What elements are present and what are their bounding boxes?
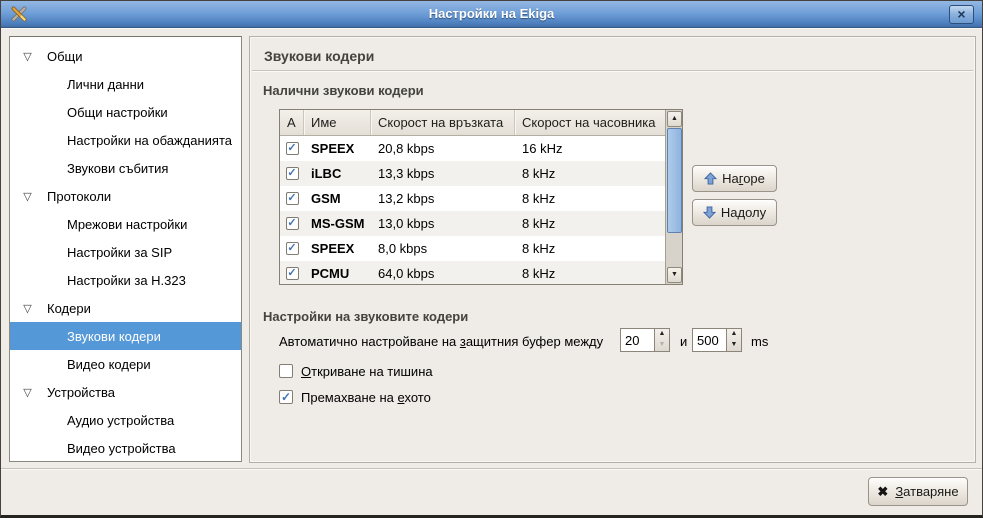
codec-enabled-checkbox[interactable]: ✓ — [286, 217, 299, 230]
column-header-clockrate[interactable]: Скорост на часовника — [515, 110, 666, 135]
vertical-scrollbar[interactable]: ▲ ▼ — [665, 110, 682, 284]
codec-table-header: A Име Скорост на връзката Скорост на час… — [280, 110, 666, 136]
sidebar-item-sip-settings[interactable]: Настройки за SIP — [10, 238, 241, 266]
sidebar-item-sound-events[interactable]: Звукови събития — [10, 154, 241, 182]
jitter-max-spinbox: ▲ ▼ — [692, 328, 742, 352]
table-row[interactable]: ✓ SPEEX 20,8 kbps 16 kHz — [280, 136, 666, 161]
expander-open-icon[interactable]: ▽ — [20, 50, 35, 63]
jitter-min-spinbox: ▲ ▼ — [620, 328, 670, 352]
silence-detection-option[interactable]: Откриване на тишина — [279, 363, 433, 379]
silence-detection-checkbox[interactable] — [279, 364, 293, 378]
table-row[interactable]: ✓ iLBC 13,3 kbps 8 kHz — [280, 161, 666, 186]
window-close-button[interactable]: × — [949, 5, 974, 24]
expander-open-icon[interactable]: ▽ — [20, 302, 35, 315]
sidebar-item-protocols[interactable]: ▽ Протоколи — [10, 182, 241, 210]
page-title: Звукови кодери — [264, 48, 374, 64]
sidebar-item-personal-data[interactable]: Лични данни — [10, 70, 241, 98]
column-header-bitrate[interactable]: Скорост на връзката — [371, 110, 515, 135]
codec-enabled-checkbox[interactable]: ✓ — [286, 142, 299, 155]
codec-table-body: ✓ SPEEX 20,8 kbps 16 kHz ✓ iLBC 13,3 kbp… — [280, 136, 666, 284]
footer-separator — [1, 468, 982, 469]
arrow-down-icon — [703, 206, 716, 219]
close-x-icon: ✖ — [877, 484, 888, 500]
sidebar-item-h323-settings[interactable]: Настройки за H.323 — [10, 266, 241, 294]
sidebar-item-call-options[interactable]: Настройки на обажданията — [10, 126, 241, 154]
spin-up-icon[interactable]: ▲ — [727, 329, 741, 340]
expander-open-icon[interactable]: ▽ — [20, 386, 35, 399]
scroll-up-button[interactable]: ▲ — [667, 111, 682, 127]
jitter-buffer-label: Автоматично настройване на защитния буфе… — [279, 334, 603, 349]
spin-up-icon[interactable]: ▲ — [655, 329, 669, 340]
table-row[interactable]: ✓ PCMU 64,0 kbps 8 kHz — [280, 261, 666, 284]
sidebar-item-video-codecs[interactable]: Видео кодери — [10, 350, 241, 378]
audio-codecs-panel: Звукови кодери Налични звукови кодери A … — [249, 36, 976, 463]
arrow-up-icon — [704, 172, 717, 185]
codec-enabled-checkbox[interactable]: ✓ — [286, 167, 299, 180]
expander-open-icon[interactable]: ▽ — [20, 190, 35, 203]
conjunction-label: и — [680, 334, 687, 349]
preferences-tree: ▽ Общи Лични данни Общи настройки Настро… — [9, 36, 242, 462]
ms-unit-label: ms — [751, 334, 768, 349]
table-row[interactable]: ✓ MS-GSM 13,0 kbps 8 kHz — [280, 211, 666, 236]
preferences-window: Настройки на Ekiga × ▽ Общи Лични данни … — [0, 0, 983, 518]
codec-enabled-checkbox[interactable]: ✓ — [286, 267, 299, 280]
close-button[interactable]: ✖ Затваряне — [868, 477, 968, 506]
codec-enabled-checkbox[interactable]: ✓ — [286, 192, 299, 205]
sidebar-item-general[interactable]: ▽ Общи — [10, 42, 241, 70]
sidebar-item-video-devices[interactable]: Видео устройства — [10, 434, 241, 462]
sidebar-item-general-settings[interactable]: Общи настройки — [10, 98, 241, 126]
sidebar-item-audio-devices[interactable]: Аудио устройства — [10, 406, 241, 434]
codec-enabled-checkbox[interactable]: ✓ — [286, 242, 299, 255]
sidebar-item-codecs[interactable]: ▽ Кодери — [10, 294, 241, 322]
move-up-button[interactable]: Нагоре — [692, 165, 777, 192]
sidebar-item-network-settings[interactable]: Мрежови настройки — [10, 210, 241, 238]
codec-settings-heading: Настройки на звуковите кодери — [263, 309, 468, 324]
spin-down-icon[interactable]: ▼ — [727, 340, 741, 351]
scroll-down-button[interactable]: ▼ — [667, 267, 682, 283]
jitter-max-input[interactable] — [693, 329, 726, 351]
codec-table: A Име Скорост на връзката Скорост на час… — [279, 109, 683, 285]
available-codecs-heading: Налични звукови кодери — [263, 83, 424, 98]
jitter-min-input[interactable] — [621, 329, 654, 351]
echo-cancellation-checkbox[interactable]: ✓ — [279, 390, 293, 404]
sidebar-item-audio-codecs[interactable]: Звукови кодери — [10, 322, 241, 350]
table-row[interactable]: ✓ SPEEX 8,0 kbps 8 kHz — [280, 236, 666, 261]
scrollbar-thumb[interactable] — [667, 128, 682, 233]
column-header-active[interactable]: A — [280, 110, 304, 135]
table-row[interactable]: ✓ GSM 13,2 kbps 8 kHz — [280, 186, 666, 211]
window-title: Настройки на Ekiga — [1, 6, 982, 21]
column-header-name[interactable]: Име — [304, 110, 371, 135]
echo-cancellation-option[interactable]: ✓ Премахване на ехото — [279, 389, 431, 405]
titlebar: Настройки на Ekiga × — [1, 1, 982, 28]
title-separator — [252, 70, 973, 71]
spin-down-icon[interactable]: ▼ — [655, 340, 669, 351]
move-down-button[interactable]: Надолу — [692, 199, 777, 226]
sidebar-item-devices[interactable]: ▽ Устройства — [10, 378, 241, 406]
